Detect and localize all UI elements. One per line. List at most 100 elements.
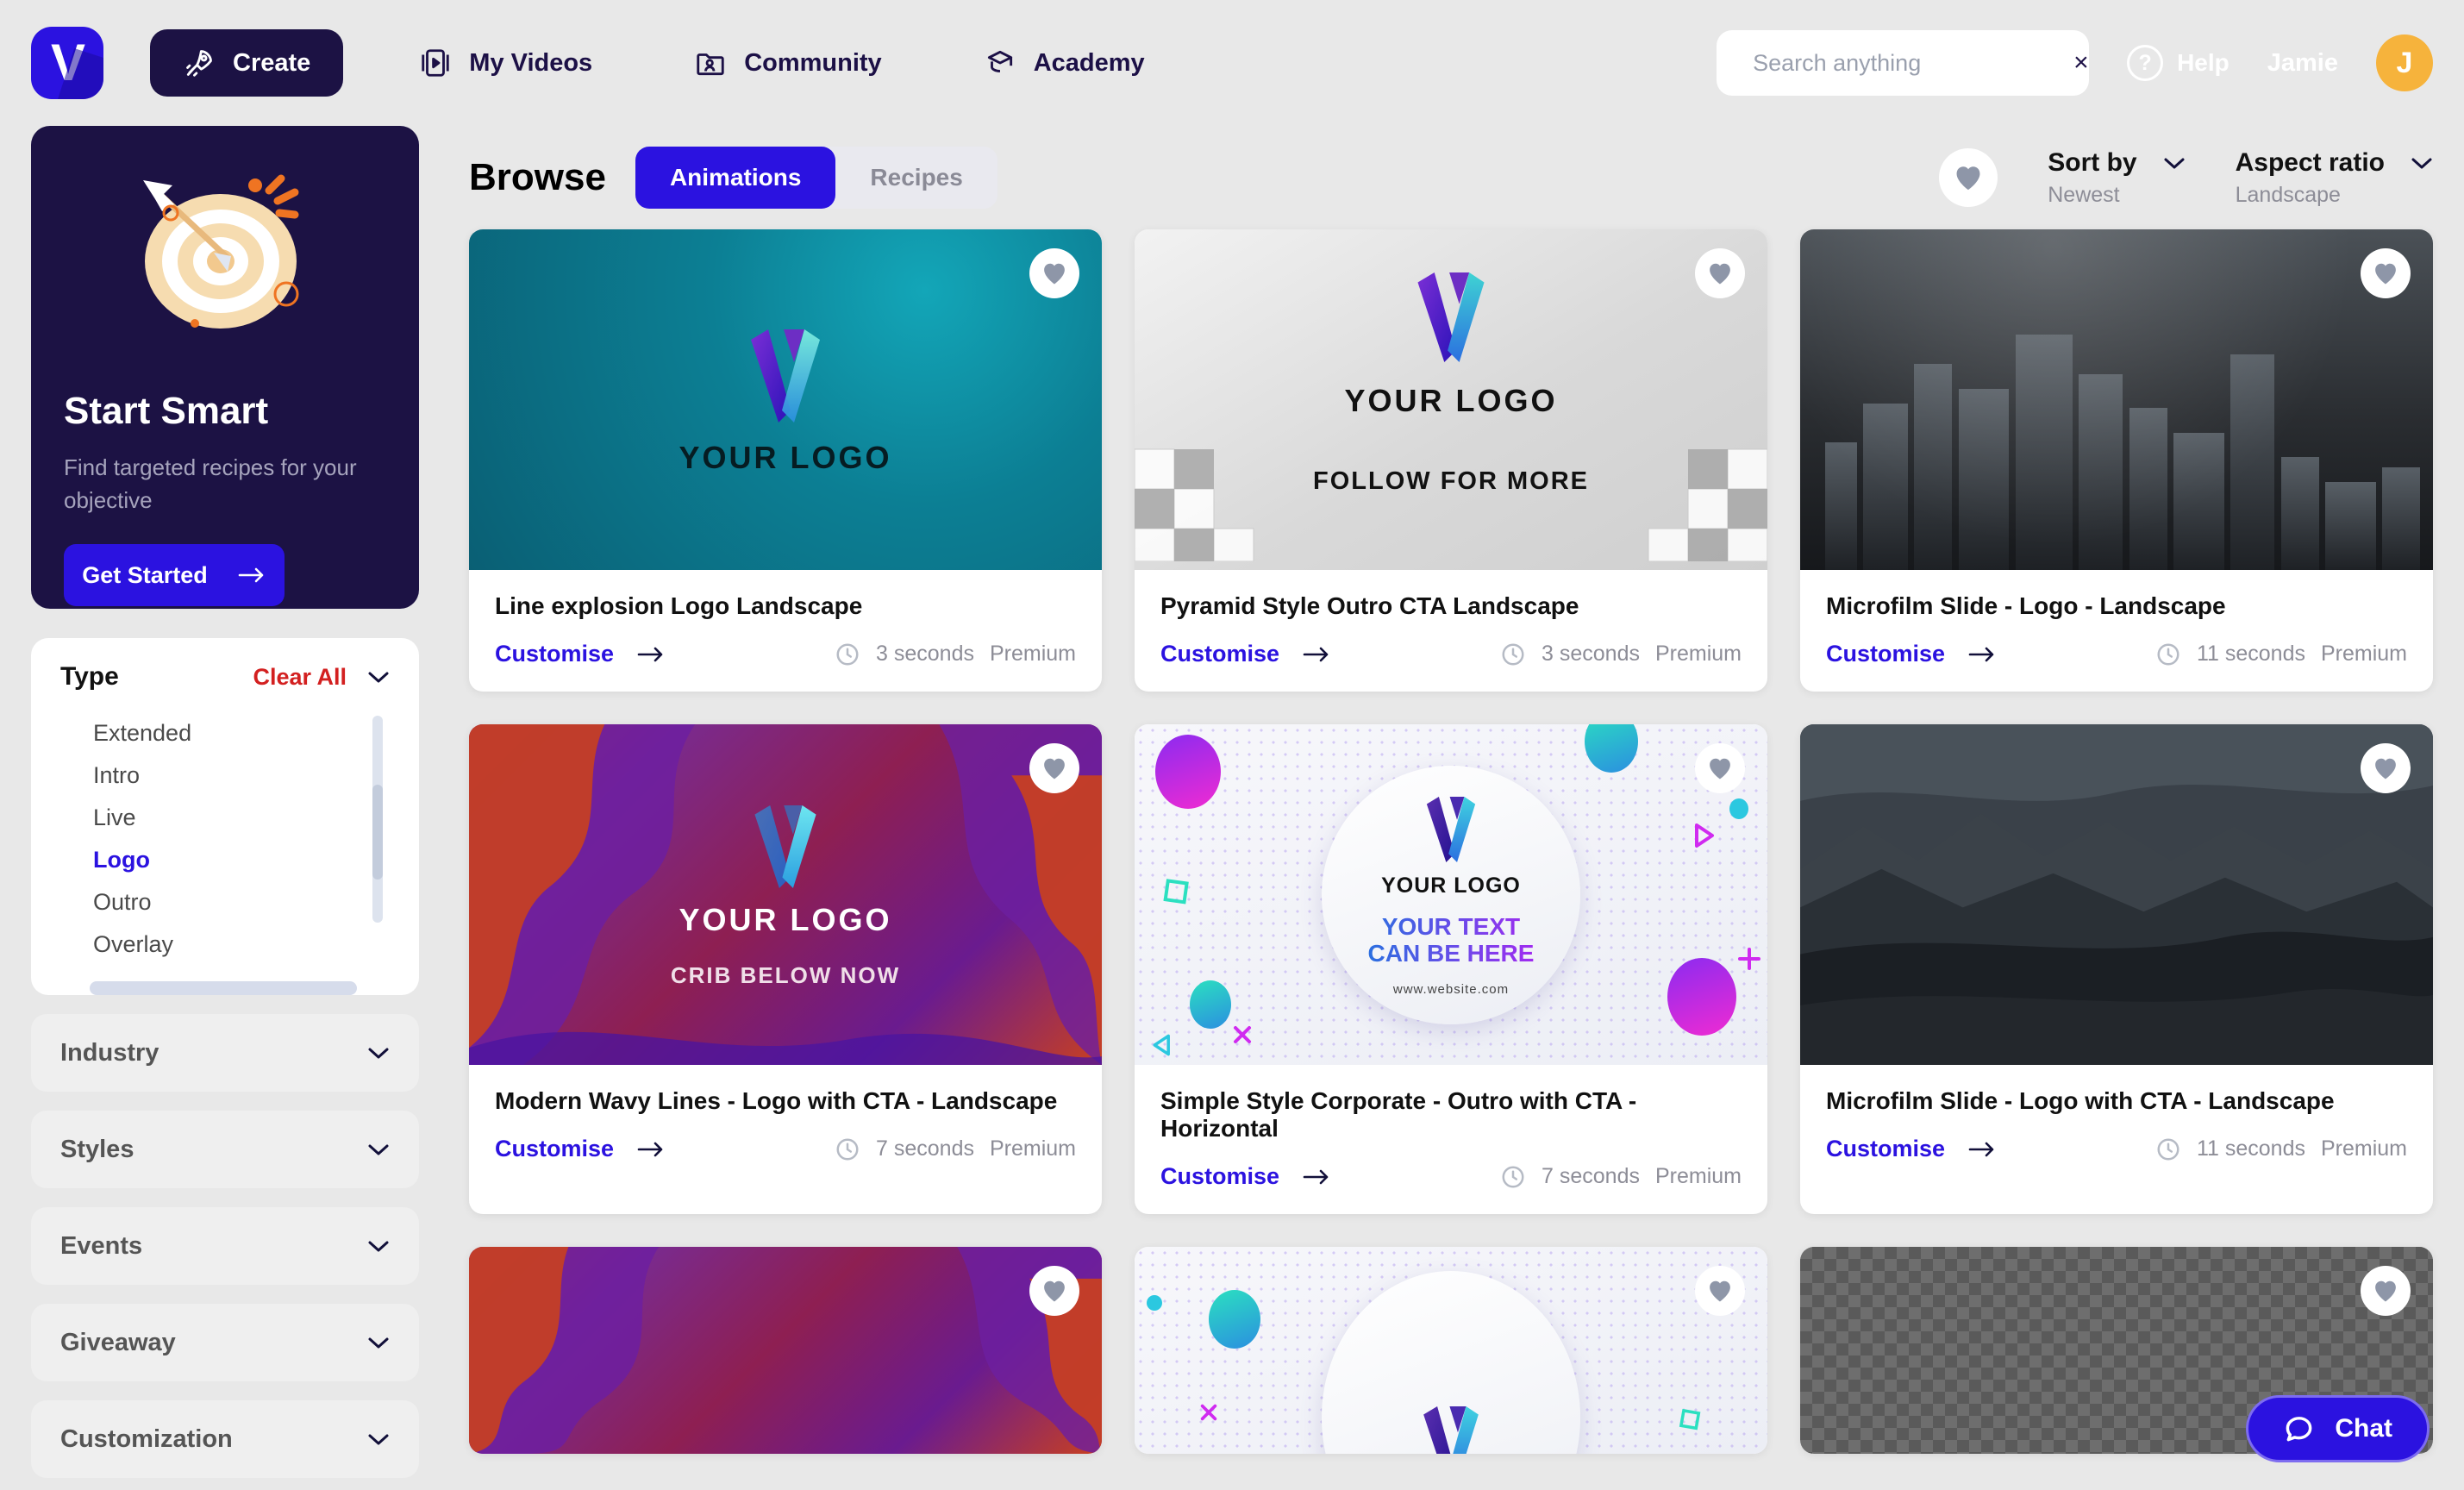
- favorite-heart-button[interactable]: [1695, 248, 1745, 298]
- heart-icon: [1710, 758, 1730, 779]
- filter-section-industry[interactable]: Industry: [31, 1014, 419, 1092]
- heart-icon: [1710, 1280, 1730, 1302]
- filter-section-giveaway[interactable]: Giveaway: [31, 1304, 419, 1381]
- favorite-heart-button[interactable]: [1029, 248, 1079, 298]
- customise-label: Customise: [1160, 641, 1280, 667]
- chat-button[interactable]: Chat: [2246, 1395, 2430, 1462]
- chevron-down-icon: [368, 1434, 389, 1445]
- arrow-right-icon: [1303, 647, 1329, 661]
- card-thumbnail[interactable]: YOUR LOGO FOLLOW FOR MORE: [1135, 229, 1767, 570]
- clear-all-button[interactable]: Clear All: [253, 664, 347, 691]
- card-title: Microfilm Slide - Logo with CTA - Landsc…: [1826, 1087, 2335, 1114]
- start-smart-promo-card: Start Smart Find targeted recipes for yo…: [31, 126, 419, 609]
- nav-item-community[interactable]: Community: [668, 31, 908, 95]
- card-thumbnail[interactable]: [469, 1247, 1102, 1454]
- community-icon: [697, 53, 724, 76]
- type-option-list: Extended Intro Live Logo Outro Overlay: [60, 712, 390, 966]
- arrow-right-icon: [1303, 1169, 1329, 1184]
- type-option-outro[interactable]: Outro: [60, 881, 364, 923]
- animation-card[interactable]: YOUR LOGO FOLLOW FOR MORE Pyramid Style …: [1135, 229, 1767, 692]
- type-list-horizontal-scrollbar[interactable]: [90, 981, 357, 995]
- chevron-down-icon[interactable]: [367, 670, 390, 684]
- brand-v-mark-icon: [751, 329, 820, 423]
- type-option-extended[interactable]: Extended: [60, 712, 364, 754]
- animation-card[interactable]: Microfilm Slide - Logo with CTA - Landsc…: [1800, 724, 2433, 1214]
- sort-by-dropdown[interactable]: Sort by Newest: [2048, 148, 2185, 208]
- favorites-filter-button[interactable]: [1939, 148, 1998, 207]
- nav-item-create[interactable]: Create: [150, 29, 344, 97]
- filter-label-events: Events: [60, 1231, 143, 1260]
- rocket-icon: [186, 50, 212, 77]
- aspect-ratio-value: Landscape: [2235, 182, 2341, 207]
- page-title: Browse: [469, 156, 606, 198]
- filter-section-events[interactable]: Events: [31, 1207, 419, 1285]
- header-right-group: × ? Help Jamie J: [1717, 30, 2433, 96]
- clear-search-icon[interactable]: ×: [2073, 50, 2089, 76]
- customise-button[interactable]: Customise: [1826, 1136, 1997, 1162]
- search-input[interactable]: [1753, 49, 2059, 77]
- promo-title: Start Smart: [64, 390, 269, 432]
- card-thumbnail[interactable]: [1135, 1247, 1767, 1454]
- browse-toolbar: Browse Animations Recipes Sort by Newest: [469, 126, 2433, 229]
- sort-by-value: Newest: [2048, 182, 2120, 207]
- favorite-heart-button[interactable]: [1029, 1266, 1079, 1316]
- customise-button[interactable]: Customise: [495, 641, 666, 667]
- type-list-vertical-scrollbar[interactable]: [372, 716, 383, 923]
- chevron-down-icon: [2411, 158, 2432, 168]
- customise-button[interactable]: Customise: [1826, 641, 1997, 667]
- user-name[interactable]: Jamie: [2267, 49, 2338, 78]
- clock-icon: [2157, 1138, 2179, 1160]
- brand-v-mark-icon: [754, 805, 816, 888]
- favorite-heart-button[interactable]: [2361, 248, 2411, 298]
- nav-label-create: Create: [233, 48, 311, 77]
- app-logo[interactable]: V: [31, 27, 103, 99]
- tab-animations[interactable]: Animations: [635, 147, 836, 209]
- type-option-live[interactable]: Live: [60, 797, 364, 839]
- customise-button[interactable]: Customise: [495, 1136, 666, 1162]
- card-badge: Premium: [2320, 1136, 2407, 1161]
- animation-card[interactable]: YOUR LOGO YOUR TEXT CAN BE HERE www.webs…: [1135, 724, 1767, 1214]
- customise-label: Customise: [495, 641, 615, 667]
- card-thumbnail[interactable]: [1800, 724, 2433, 1065]
- get-started-button[interactable]: Get Started: [64, 544, 285, 607]
- card-duration: 7 seconds: [876, 1136, 974, 1161]
- type-option-overlay[interactable]: Overlay: [60, 923, 364, 966]
- animation-card[interactable]: Microfilm Slide - Logo - Landscape Custo…: [1800, 229, 2433, 692]
- nav-item-academy[interactable]: Academy: [958, 31, 1171, 95]
- favorite-heart-button[interactable]: [2361, 1266, 2411, 1316]
- tab-recipes[interactable]: Recipes: [835, 147, 997, 209]
- promo-description: Find targeted recipes for your objective: [64, 454, 357, 513]
- customise-button[interactable]: Customise: [1160, 1163, 1331, 1190]
- favorite-heart-button[interactable]: [1695, 1266, 1745, 1316]
- filter-section-styles[interactable]: Styles: [31, 1111, 419, 1188]
- logo-letter: V: [50, 34, 85, 91]
- help-button[interactable]: ? Help: [2127, 45, 2229, 81]
- card-thumbnail[interactable]: YOUR LOGO YOUR TEXT CAN BE HERE www.webs…: [1135, 724, 1767, 1065]
- search-bar[interactable]: ×: [1717, 30, 2090, 96]
- customise-label: Customise: [495, 1136, 615, 1161]
- brand-v-mark-icon: [1417, 272, 1485, 362]
- heart-icon: [1044, 1280, 1065, 1302]
- card-thumbnail[interactable]: YOUR LOGO CRIB BELOW NOW: [469, 724, 1102, 1065]
- filter-section-customization[interactable]: Customization: [31, 1400, 419, 1478]
- type-option-logo[interactable]: Logo: [60, 839, 364, 881]
- animation-card[interactable]: [469, 1247, 1102, 1454]
- arrow-right-icon: [238, 568, 264, 583]
- favorite-heart-button[interactable]: [1029, 743, 1079, 793]
- thumb-url-text: www.website.com: [1392, 982, 1510, 998]
- favorite-heart-button[interactable]: [2361, 743, 2411, 793]
- avatar[interactable]: J: [2376, 34, 2433, 91]
- wavy-layers-art: [469, 1247, 1102, 1454]
- animation-card[interactable]: YOUR LOGO CRIB BELOW NOW Modern Wavy Lin…: [469, 724, 1102, 1214]
- aspect-ratio-dropdown[interactable]: Aspect ratio Landscape: [2236, 148, 2433, 208]
- animation-card[interactable]: YOUR LOGO Line explosion Logo Landscape …: [469, 229, 1102, 692]
- nav-item-my-videos[interactable]: My Videos: [393, 31, 618, 95]
- favorite-heart-button[interactable]: [1695, 743, 1745, 793]
- chevron-down-icon: [368, 1337, 389, 1349]
- customise-button[interactable]: Customise: [1160, 641, 1331, 667]
- type-option-intro[interactable]: Intro: [60, 754, 364, 797]
- chevron-down-icon: [368, 1241, 389, 1252]
- card-thumbnail[interactable]: [1800, 229, 2433, 570]
- card-thumbnail[interactable]: YOUR LOGO: [469, 229, 1102, 570]
- animation-card[interactable]: [1135, 1247, 1767, 1454]
